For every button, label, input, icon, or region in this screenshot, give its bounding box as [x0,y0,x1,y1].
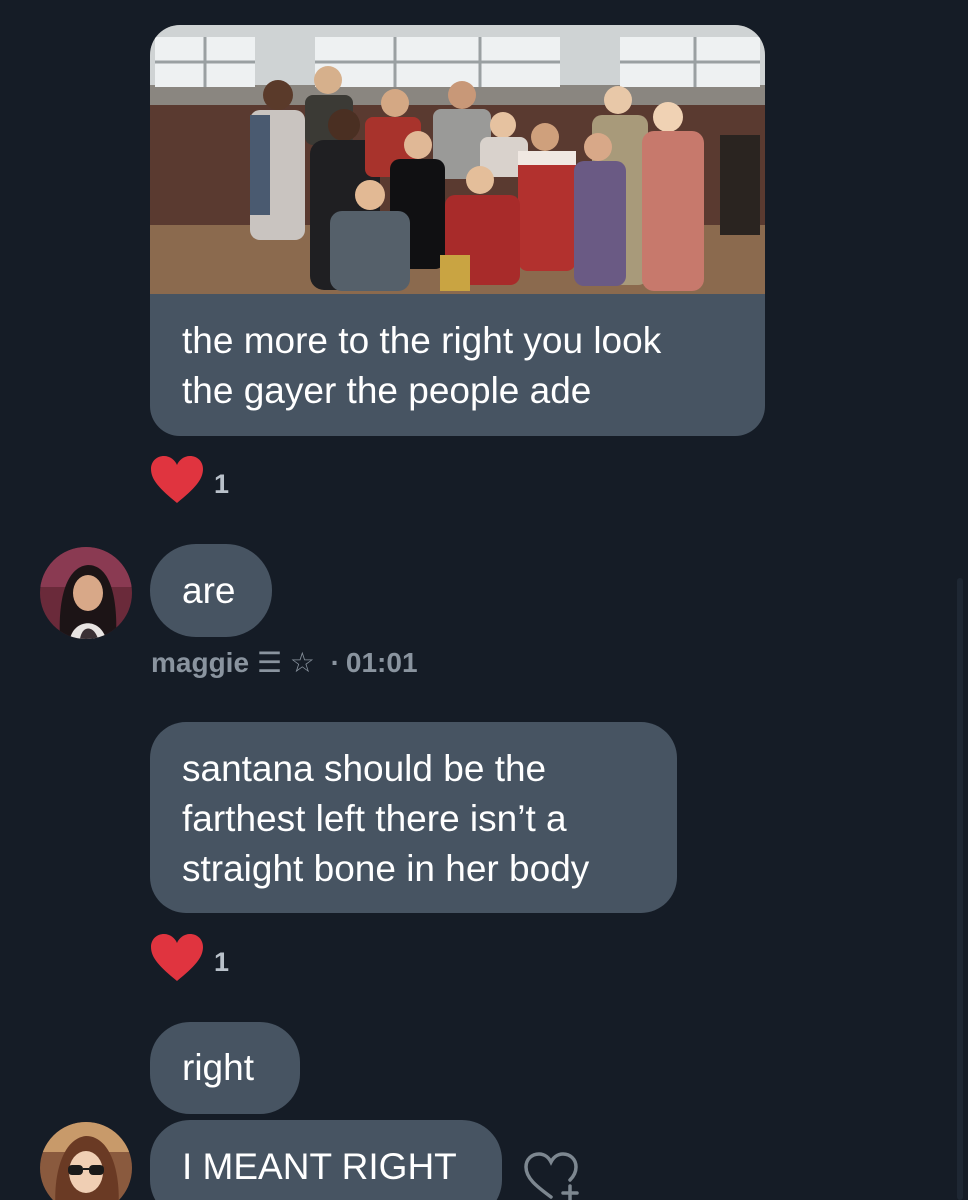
image-caption: the more to the right you look the gayer… [182,320,662,411]
reaction-row[interactable]: 1 [150,932,229,984]
message-meta: maggie ☰ ☆ · 01:01 [151,645,418,681]
reaction-row[interactable]: 1 [150,454,229,506]
reaction-count: 1 [214,947,230,977]
message-text: santana should be the farthest left ther… [182,748,590,889]
message-bubble[interactable]: santana should be the farthest left ther… [150,722,677,913]
avatar[interactable] [40,547,132,639]
group-photo[interactable] [150,25,765,294]
message-timestamp: 01:01 [345,647,418,678]
message-text: right [182,1047,254,1088]
heart-filled-icon[interactable] [150,455,204,505]
chat-thread[interactable]: the more to the right you look the gayer… [0,0,968,1200]
scrollbar[interactable] [957,578,963,1200]
message-bubble[interactable]: are [150,544,272,637]
heart-filled-icon[interactable] [150,933,204,983]
add-reaction-heart-icon[interactable] [522,1150,584,1200]
meta-separator: · [330,647,340,678]
message-text: I MEANT RIGHT [182,1146,457,1187]
message-text: are [182,570,236,611]
avatar[interactable] [40,1122,132,1200]
author-badges: ☰ ☆ [256,647,315,678]
author-name[interactable]: maggie [151,647,249,678]
image-message-bubble[interactable]: the more to the right you look the gayer… [150,25,765,436]
reaction-count: 1 [214,469,230,499]
message-bubble[interactable]: I MEANT RIGHT [150,1120,502,1200]
message-bubble[interactable]: right [150,1022,300,1114]
